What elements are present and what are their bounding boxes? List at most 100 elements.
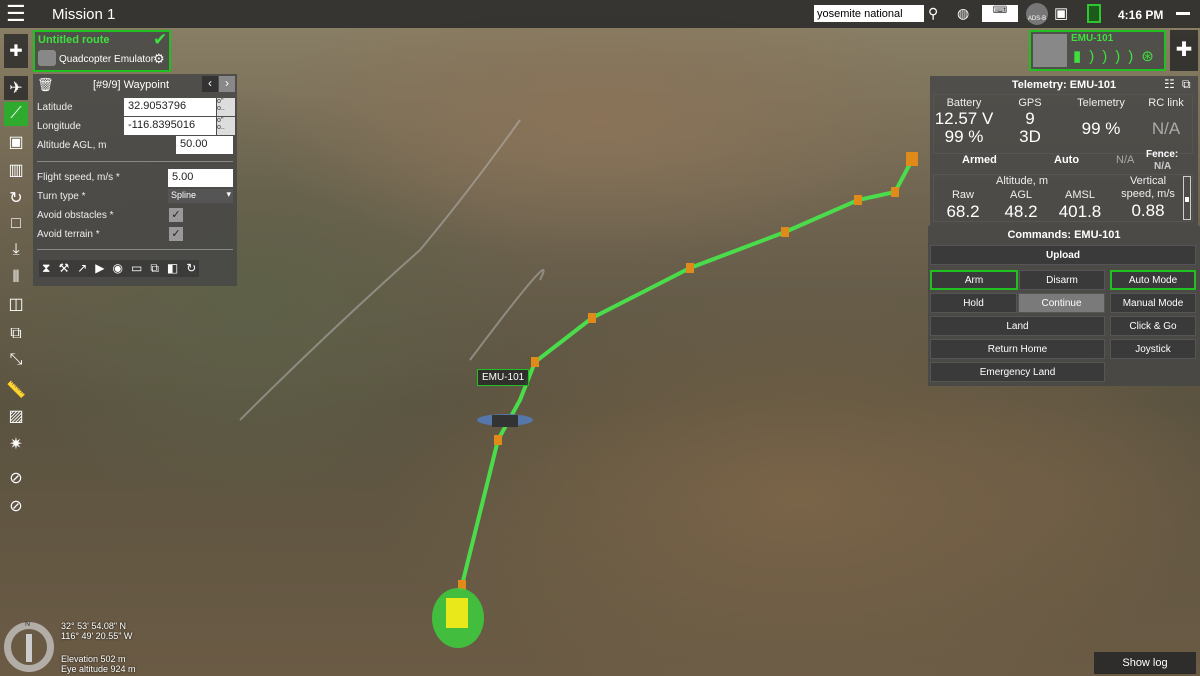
manual-mode-button[interactable]: Manual Mode [1110,293,1196,313]
amsl-label: AMSL [1065,189,1095,201]
prev-waypoint-button[interactable]: ‹ [202,76,218,92]
eye-altitude-readout: Eye altitude 924 m [61,664,136,674]
mission-title[interactable]: Mission 1 [52,6,115,23]
globe-icon[interactable]: ◍ [957,5,969,22]
spiral-icon[interactable]: ◫ [4,292,28,316]
joystick-button[interactable]: Joystick [1110,339,1196,359]
area-scan-icon[interactable]: ▣ [4,130,28,154]
rc-link-label: RC link [1148,97,1184,109]
avoid-terrain-checkbox[interactable]: ✓ [169,227,183,241]
drone-card[interactable]: EMU-101 ▮))))⊛ [1029,30,1166,71]
compass-needle-icon [26,634,32,662]
scale-icon[interactable]: ⤡ [4,348,28,372]
camera-trigger-icon[interactable]: ◉ [113,261,123,276]
vertical-scan-icon[interactable]: ⫴ [4,266,28,290]
clear-icon[interactable]: ⊘ [4,494,28,518]
telemetry-title: Telemetry: EMU-101 [1011,79,1117,91]
waypoint-marker [906,152,918,166]
panorama-icon[interactable]: ◧ [167,261,178,276]
battery-label: Battery [946,97,982,109]
next-waypoint-button[interactable]: › [219,76,235,92]
gps-satellites: 9 [1025,109,1035,128]
waypoint-tool-icon[interactable]: ⟋ [4,102,28,126]
payload-icon[interactable]: ⚒ [58,261,69,276]
delete-icon[interactable]: 🗑 [37,77,54,93]
upload-button[interactable]: Upload [930,245,1196,265]
agl-altitude: 48.2 [1004,202,1038,221]
route-name[interactable]: Untitled route [38,34,110,46]
confirm-check-icon[interactable]: ✔ [153,30,167,50]
emergency-land-button[interactable]: Emergency Land [930,362,1105,382]
keyboard-icon[interactable]: ⌨ [982,5,1018,22]
longitude-input[interactable]: -116.8395016 [124,117,216,135]
divider [37,249,233,250]
chevron-down-icon: ▾ [226,189,231,199]
menu-icon[interactable]: ☰ [6,3,26,25]
turn-type-select[interactable]: Spline ▾ [168,189,233,203]
drone-map-label[interactable]: EMU-101 [477,369,530,386]
altitude-input[interactable]: 50.00 [176,136,233,154]
raw-label: Raw [951,189,974,201]
settings-gear-icon[interactable]: ⚙ [153,51,165,67]
turn-type-value: Spline [171,190,197,200]
waypoint-actions: ⧗ ⚒ ↗ ▶ ◉ ▭ ⧉ ◧ ↻ [39,260,200,277]
compass-north: N [25,621,31,628]
waypoint-marker [686,263,694,273]
compass[interactable]: N [4,621,54,672]
hold-button[interactable]: Hold [930,293,1017,313]
waypoint-title: [#9/9] Waypoint [93,79,170,91]
landing-icon[interactable]: ⤓ [4,238,28,262]
device-status-icon[interactable] [1087,4,1101,23]
change-altitude-icon[interactable]: ↗ [77,261,87,276]
add-route-icon[interactable]: ✚ [4,34,28,68]
avoid-obstacles-checkbox[interactable]: ✓ [169,208,183,222]
wait-icon[interactable]: ⧗ [42,261,50,276]
battery-icon: ▮ [1073,48,1090,65]
takeoff-icon[interactable]: ✈ [4,76,28,100]
camera-start-icon[interactable]: ▶ [95,261,104,276]
coordinate-format-icon[interactable]: o'' o.. [217,117,235,135]
latitude-readout: 32° 53' 54.08" N [61,621,127,631]
show-log-button[interactable]: Show log [1094,652,1196,674]
battery-voltage: 12.57 V [934,109,994,128]
click-go-button[interactable]: Click & Go [1110,316,1196,336]
refresh-icon[interactable]: ↻ [186,261,196,276]
grid-ruler-icon[interactable]: ▨ [4,404,28,428]
circle-icon[interactable]: ↻ [4,186,28,210]
drone-thumbnail-icon[interactable] [1033,34,1067,67]
latitude-input[interactable]: 32.9053796 [124,98,216,116]
detach-icon[interactable]: ⧉ [1182,77,1191,92]
perimeter-icon[interactable]: □ [4,212,28,236]
adsb-icon[interactable]: ADS-B [1026,3,1048,25]
facade-scan-icon[interactable]: ▥ [4,158,28,182]
altitude-label: Altitude AGL, m [37,140,107,151]
gps-fix: 3D [1019,127,1041,146]
mount-icon[interactable]: ⧉ [150,261,159,276]
disarm-button[interactable]: Disarm [1019,270,1105,290]
video-icon[interactable]: ▣ [1054,4,1068,22]
list-view-icon[interactable]: ☷ [1164,77,1175,91]
land-button[interactable]: Land [930,316,1105,336]
speed-input[interactable]: 5.00 [168,169,233,187]
add-drone-button[interactable]: ✚ [1170,30,1198,71]
sun-icon[interactable]: ✷ [4,432,28,456]
search-input[interactable] [814,5,924,22]
coordinate-format-icon[interactable]: o'' o.. [217,98,235,116]
armed-status: Armed [962,154,997,166]
quadcopter-icon [38,50,56,66]
no-fly-zone-icon[interactable]: ⊘ [4,466,28,490]
auto-mode-button[interactable]: Auto Mode [1110,270,1196,290]
waypoint-panel: 🗑 [#9/9] Waypoint ‹ › Latitude 32.905379… [33,74,237,286]
divider [37,161,233,162]
camera-series-icon[interactable]: ▭ [131,261,142,276]
drone-status-icons: ▮))))⊛ [1073,47,1162,65]
return-home-button[interactable]: Return Home [930,339,1105,359]
longitude-label: Longitude [37,121,81,132]
search-icon[interactable]: ⚲ [928,5,938,22]
route-card[interactable]: Untitled route Quadcopter Emulator ✔ ⚙ [33,30,171,72]
ruler-icon[interactable]: 📏 [4,378,28,402]
continue-button[interactable]: Continue [1018,293,1105,313]
minimize-icon[interactable] [1176,12,1190,15]
split-route-icon[interactable]: ⧉ [4,322,28,346]
arm-button[interactable]: Arm [930,270,1018,290]
